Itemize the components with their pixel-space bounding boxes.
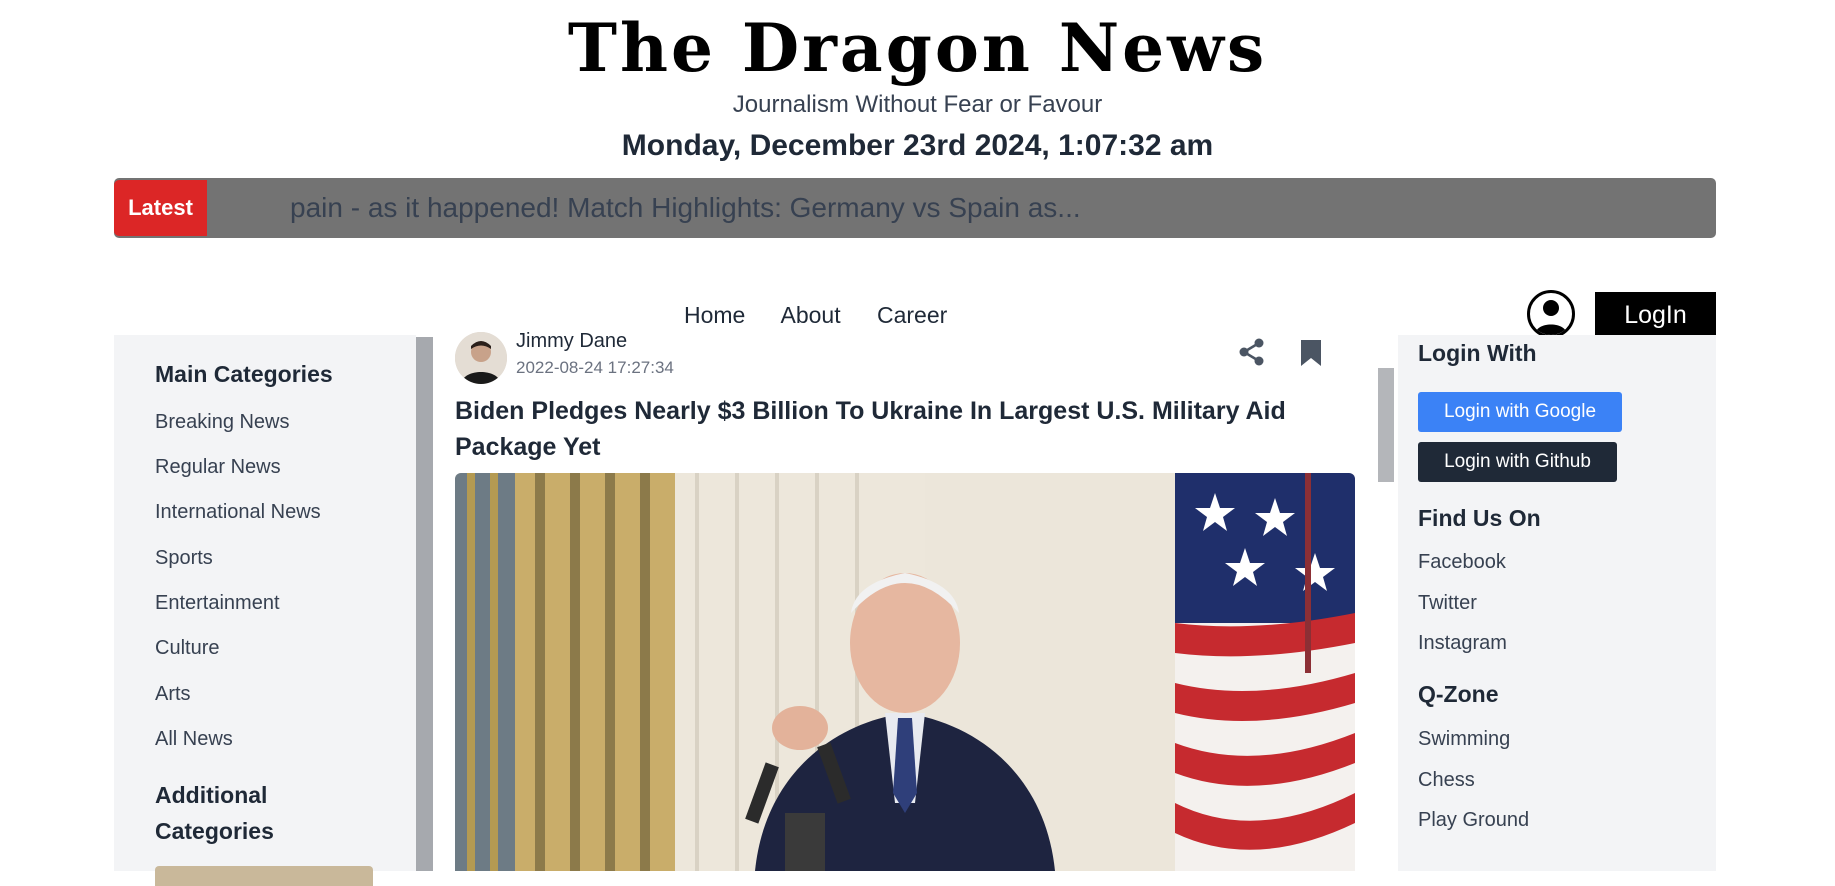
login-github-button[interactable]: Login with Github [1418, 442, 1617, 482]
author-name: Jimmy Dane [516, 330, 628, 352]
social-twitter[interactable]: Twitter [1418, 592, 1477, 615]
nav-home[interactable]: Home [684, 302, 745, 328]
category-arts[interactable]: Arts [155, 683, 191, 706]
latest-news-ticker[interactable]: pain - as it happened! Match Highlights:… [114, 178, 1716, 238]
nav-career[interactable]: Career [877, 302, 947, 328]
left-scrollbar[interactable] [416, 337, 433, 871]
share-icon[interactable] [1237, 337, 1267, 372]
qzone-title: Q-Zone [1418, 681, 1499, 707]
additional-categories-title-line2: Categories [155, 818, 274, 844]
current-datetime: Monday, December 23rd 2024, 1:07:32 am [621, 129, 1214, 162]
nav-about[interactable]: About [780, 302, 840, 328]
ticker-text[interactable]: pain - as it happened! Match Highlights:… [290, 178, 1081, 238]
article-image[interactable] [455, 473, 1355, 871]
published-date: 2022-08-24 17:27:34 [516, 358, 674, 377]
login-with-title: Login With [1418, 340, 1537, 366]
site-logo[interactable]: The Dragon News [0, 8, 1835, 88]
site-tagline: Journalism Without Fear or Favour [732, 91, 1103, 118]
category-international-news[interactable]: International News [155, 501, 321, 524]
latest-badge: Latest [114, 180, 207, 236]
article-headline[interactable]: Biden Pledges Nearly $3 Billion To Ukrai… [455, 393, 1355, 465]
content-scrollbar[interactable] [1378, 368, 1394, 482]
category-all-news[interactable]: All News [155, 728, 233, 751]
author-avatar [455, 332, 507, 384]
main-nav: Home About Career [684, 302, 977, 329]
social-facebook[interactable]: Facebook [1418, 551, 1506, 574]
social-instagram[interactable]: Instagram [1418, 632, 1507, 655]
find-us-title: Find Us On [1418, 505, 1541, 531]
right-sidebar: Login With Login with Google Login with … [1398, 335, 1716, 871]
qzone-chess[interactable]: Chess [1418, 769, 1475, 792]
main-categories-title: Main Categories [155, 361, 333, 387]
additional-categories-title-line1: Additional [155, 782, 268, 808]
left-sidebar: Main Categories Breaking News Regular Ne… [114, 335, 416, 886]
category-entertainment[interactable]: Entertainment [155, 592, 280, 615]
login-google-button[interactable]: Login with Google [1418, 392, 1622, 432]
additional-category-thumbnail[interactable] [155, 866, 373, 886]
category-sports[interactable]: Sports [155, 547, 213, 570]
category-culture[interactable]: Culture [155, 637, 219, 660]
category-breaking-news[interactable]: Breaking News [155, 411, 290, 434]
login-button[interactable]: LogIn [1595, 292, 1716, 339]
bookmark-icon[interactable] [1299, 339, 1323, 372]
category-regular-news[interactable]: Regular News [155, 456, 281, 479]
qzone-swimming[interactable]: Swimming [1418, 728, 1510, 751]
user-icon[interactable] [1527, 290, 1575, 338]
qzone-play-ground[interactable]: Play Ground [1418, 809, 1529, 832]
